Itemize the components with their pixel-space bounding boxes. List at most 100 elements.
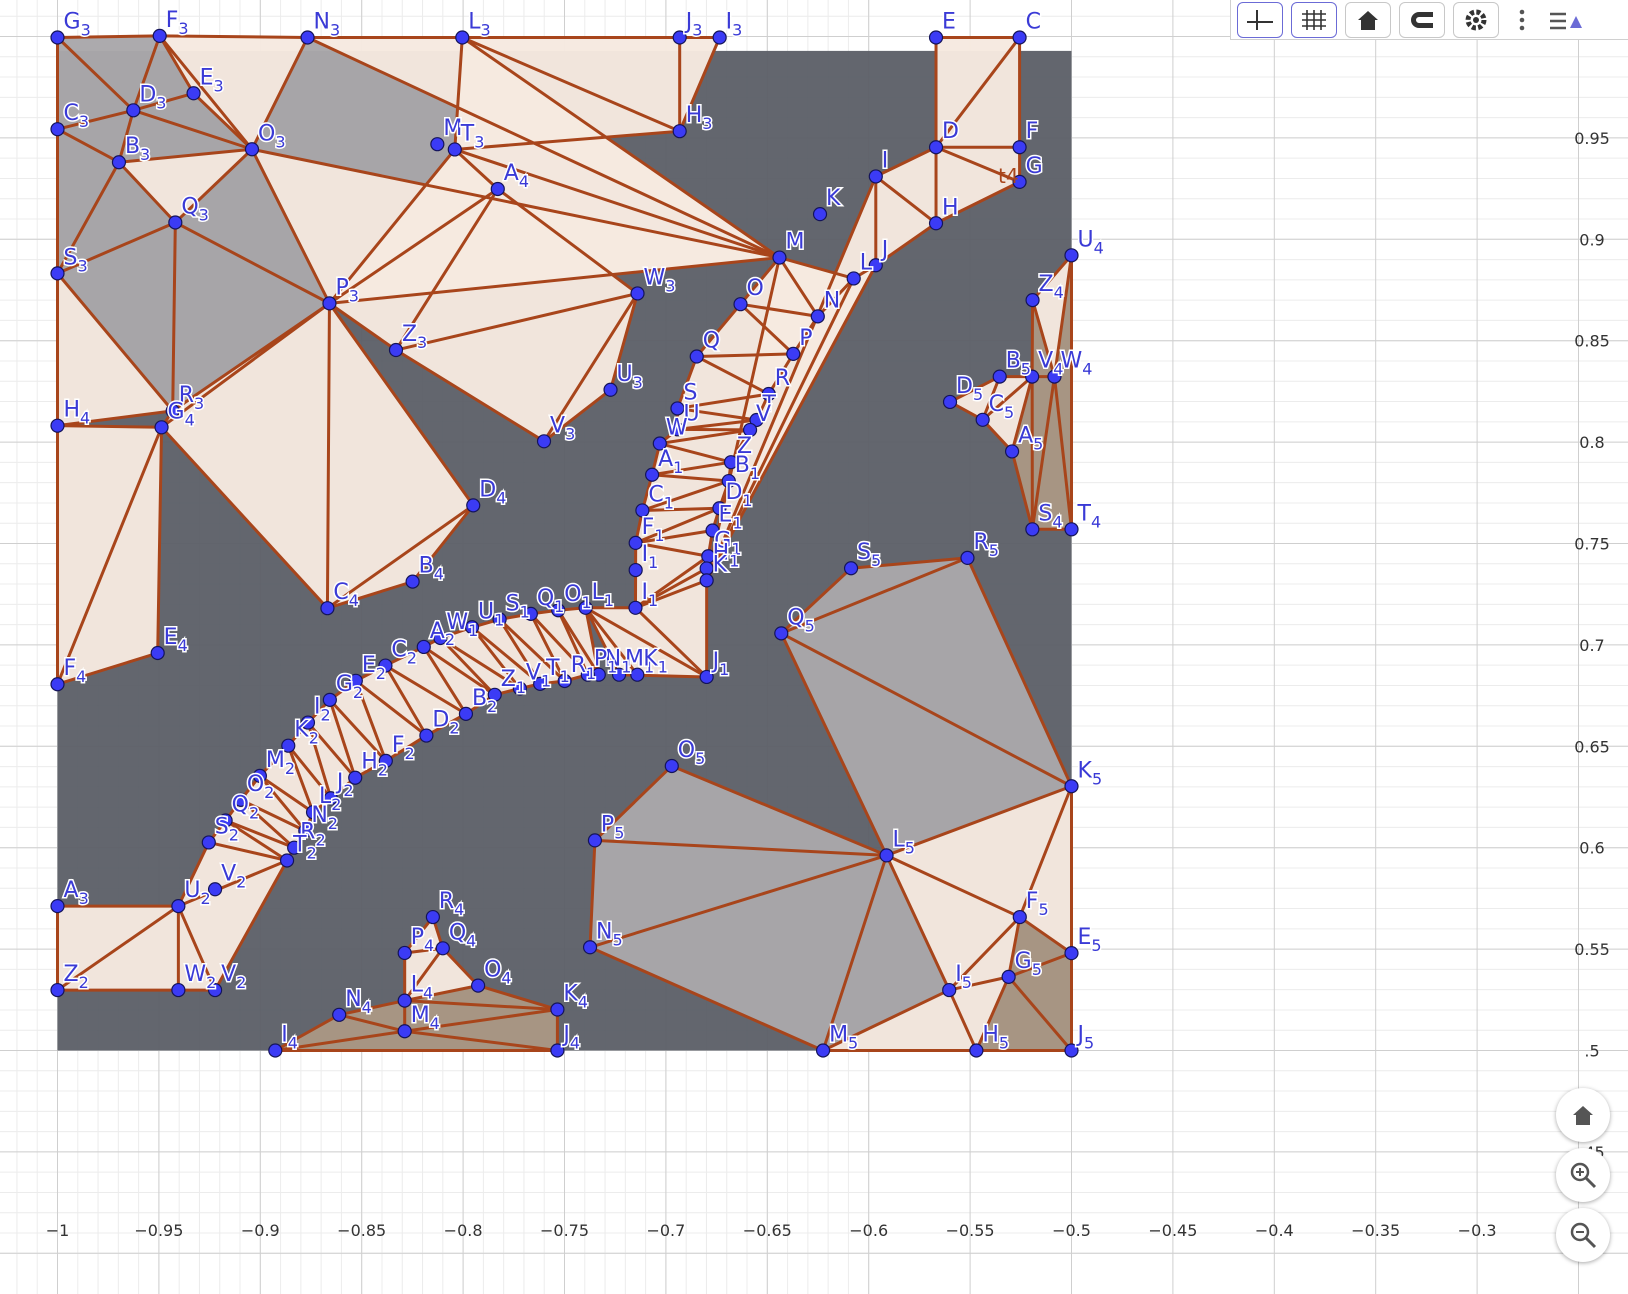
- point[interactable]: [699, 561, 714, 576]
- point[interactable]: [171, 899, 186, 914]
- point[interactable]: [50, 677, 65, 692]
- point[interactable]: [550, 1043, 565, 1058]
- point[interactable]: [1064, 1043, 1079, 1058]
- point[interactable]: [466, 498, 481, 513]
- point[interactable]: [699, 669, 714, 685]
- point[interactable]: [244, 142, 260, 157]
- point[interactable]: [111, 155, 127, 170]
- point[interactable]: [582, 940, 598, 955]
- point[interactable]: [603, 382, 618, 397]
- point[interactable]: [942, 982, 957, 998]
- point[interactable]: [397, 993, 412, 1008]
- point[interactable]: [300, 30, 315, 45]
- point[interactable]: [430, 137, 445, 152]
- point[interactable]: [712, 30, 727, 45]
- point[interactable]: [969, 1043, 984, 1058]
- point[interactable]: [471, 978, 486, 993]
- point[interactable]: [1064, 248, 1079, 263]
- point[interactable]: [397, 945, 412, 961]
- point[interactable]: [152, 28, 167, 43]
- point[interactable]: [628, 535, 643, 550]
- point[interactable]: [150, 645, 165, 661]
- axes-toggle-button[interactable]: [1237, 1, 1283, 38]
- point[interactable]: [628, 600, 643, 615]
- point[interactable]: [689, 349, 704, 364]
- point[interactable]: [587, 833, 603, 848]
- point[interactable]: [388, 342, 404, 358]
- settings-button[interactable]: [1453, 1, 1499, 38]
- point[interactable]: [815, 1043, 831, 1058]
- point[interactable]: [416, 639, 431, 655]
- point[interactable]: [942, 394, 958, 410]
- point[interactable]: [630, 286, 645, 301]
- point[interactable]: [50, 982, 65, 998]
- point[interactable]: [879, 848, 894, 863]
- point[interactable]: [1012, 140, 1027, 155]
- point[interactable]: [397, 1024, 412, 1039]
- point[interactable]: [435, 941, 450, 956]
- point[interactable]: [846, 271, 861, 286]
- segment[interactable]: [56, 34, 162, 40]
- point[interactable]: [268, 1043, 283, 1058]
- point[interactable]: [1064, 946, 1079, 961]
- point[interactable]: [992, 369, 1007, 384]
- point[interactable]: [405, 574, 420, 589]
- point[interactable]: [168, 215, 183, 230]
- point[interactable]: [536, 434, 552, 449]
- snap-button[interactable]: [1399, 1, 1445, 38]
- point[interactable]: [458, 706, 474, 721]
- point[interactable]: [1004, 444, 1020, 459]
- segment[interactable]: [325, 301, 331, 610]
- point[interactable]: [699, 573, 714, 588]
- point[interactable]: [1064, 779, 1079, 794]
- point[interactable]: [672, 124, 687, 139]
- point[interactable]: [1012, 30, 1027, 45]
- point[interactable]: [154, 420, 169, 435]
- point[interactable]: [279, 853, 295, 868]
- style-bar-button[interactable]: [1545, 3, 1585, 37]
- grid-toggle-button[interactable]: [1291, 1, 1337, 38]
- point[interactable]: [1025, 522, 1040, 537]
- zoom-out-button[interactable]: [1556, 1208, 1610, 1262]
- point[interactable]: [332, 1007, 347, 1022]
- point[interactable]: [126, 103, 141, 118]
- point[interactable]: [50, 122, 65, 137]
- segment[interactable]: [56, 424, 164, 429]
- point[interactable]: [772, 250, 787, 265]
- point[interactable]: [50, 418, 65, 433]
- point[interactable]: [425, 909, 440, 925]
- point[interactable]: [960, 550, 975, 565]
- graphics-view[interactable]: G3 F3 N3 L3 J3 I3 E CC3D3E3B3O3MT3H3 D FGIK HA4Q3S…: [0, 0, 1628, 1294]
- point[interactable]: [50, 30, 65, 45]
- text-t4[interactable]: t4: [998, 164, 1019, 188]
- point[interactable]: [810, 309, 825, 324]
- point[interactable]: [322, 296, 337, 311]
- point[interactable]: [1001, 969, 1016, 984]
- point[interactable]: [50, 266, 65, 281]
- point[interactable]: [1012, 909, 1027, 925]
- point[interactable]: [733, 297, 748, 312]
- point[interactable]: [843, 561, 859, 576]
- point[interactable]: [928, 216, 944, 231]
- point[interactable]: [928, 30, 944, 45]
- point[interactable]: [186, 86, 201, 101]
- standard-view-button[interactable]: [1345, 1, 1391, 38]
- point[interactable]: [201, 835, 216, 850]
- point[interactable]: [812, 207, 828, 222]
- point[interactable]: [320, 601, 335, 616]
- point[interactable]: [322, 692, 337, 707]
- point[interactable]: [50, 899, 65, 914]
- point[interactable]: [664, 758, 679, 774]
- point[interactable]: [419, 728, 434, 743]
- point[interactable]: [1025, 293, 1040, 308]
- point[interactable]: [550, 1002, 565, 1017]
- point[interactable]: [774, 626, 789, 641]
- point[interactable]: [628, 562, 643, 578]
- more-menu-button[interactable]: [1507, 3, 1537, 37]
- point[interactable]: [447, 142, 462, 157]
- point[interactable]: [1064, 522, 1079, 537]
- point[interactable]: [868, 169, 883, 184]
- segment[interactable]: [675, 427, 752, 432]
- home-view-button[interactable]: [1556, 1088, 1610, 1142]
- point[interactable]: [490, 181, 505, 197]
